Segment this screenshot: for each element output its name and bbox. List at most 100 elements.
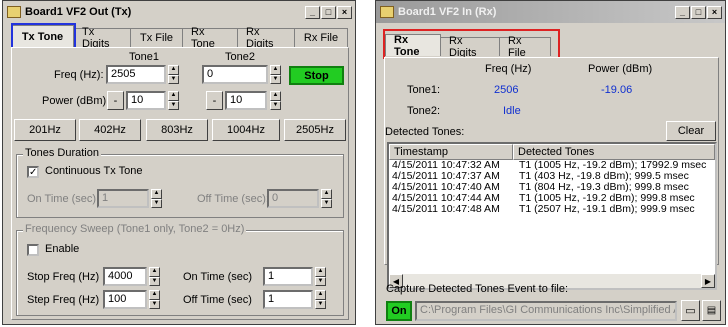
tone1-power-input[interactable]: 10 — [126, 91, 166, 110]
tab-tx-file[interactable]: Tx File — [130, 28, 183, 47]
preset-201hz-button[interactable]: 201Hz — [14, 119, 76, 141]
rx-window: Board1 VF2 In (Rx) _ □ × Rx Tone Rx Digi… — [375, 0, 726, 325]
close-icon[interactable]: × — [707, 5, 722, 19]
sweep-off-time-label: Off Time (sec) — [183, 294, 252, 306]
tx-titlebar[interactable]: Board1 VF2 Out (Tx) _ □ × — [3, 1, 355, 23]
sweep-off-time-spinner[interactable]: ▲ ▼ — [315, 290, 326, 309]
detected-tones-column-header[interactable]: Detected Tones — [513, 144, 715, 160]
sweep-on-time-spinner[interactable]: ▲ ▼ — [315, 267, 326, 286]
tone1-freq-input[interactable]: 2505 — [106, 65, 166, 84]
table-row[interactable]: 4/15/2011 10:47:44 AM T1 (1005 Hz, -19.2… — [389, 193, 715, 204]
row-timestamp: 4/15/2011 10:47:40 AM — [392, 182, 500, 193]
tx-tone-tab-highlight — [11, 23, 76, 49]
preset-803hz-button[interactable]: 803Hz — [146, 119, 208, 141]
on-time-label: On Time (sec): — [27, 193, 100, 205]
continuous-label: Continuous Tx Tone — [45, 165, 143, 177]
tab-rx-file[interactable]: Rx File — [294, 28, 348, 47]
row-tone: T1 (2507 Hz, -19.1 dBm); 999.9 msec — [519, 204, 695, 215]
app-icon — [380, 6, 394, 18]
tone2-header: Tone2 — [225, 51, 255, 63]
capture-on-button[interactable]: On — [386, 301, 412, 321]
stop-freq-input[interactable]: 4000 — [103, 267, 147, 286]
step-freq-label: Step Freq (Hz) — [27, 294, 100, 306]
tone2-freq-spinner[interactable]: ▲ ▼ — [270, 65, 281, 84]
row-timestamp: 4/15/2011 10:47:32 AM — [392, 160, 500, 171]
capture-label: Capture Detected Tones Event to file: — [386, 283, 569, 295]
on-time-spinner[interactable]: ▲ ▼ — [151, 189, 162, 208]
folder-open-icon[interactable]: ▭ — [681, 300, 700, 321]
off-time-input[interactable]: 0 — [267, 189, 319, 208]
rx-tone1-label: Tone1: — [407, 84, 441, 96]
frequency-sweep-group: Frequency Sweep (Tone1 only, Tone2 = 0Hz… — [16, 223, 344, 316]
table-row[interactable]: 4/15/2011 10:47:48 AM T1 (2507 Hz, -19.1… — [389, 204, 715, 215]
capture-file-path-input[interactable]: C:\Program Files\GI Communications Inc\S… — [415, 301, 677, 321]
rx-tabs-highlight — [383, 29, 560, 59]
row-tone: T1 (804 Hz, -19.3 dBm); 999.8 msec — [519, 182, 689, 193]
continuous-checkbox[interactable]: ✓ — [27, 166, 39, 178]
row-timestamp: 4/15/2011 10:47:48 AM — [392, 204, 500, 215]
rx-tone2-status: Idle — [503, 105, 521, 117]
table-row[interactable]: 4/15/2011 10:47:40 AM T1 (804 Hz, -19.3 … — [389, 182, 715, 193]
tone2-freq-input[interactable]: 0 — [202, 65, 268, 84]
rx-window-title: Board1 VF2 In (Rx) — [398, 6, 497, 18]
tab-tx-digits[interactable]: Tx Digits — [73, 26, 131, 50]
tone1-power-minus-button[interactable]: - — [107, 91, 124, 110]
tone2-power-input[interactable]: 10 — [225, 91, 267, 110]
frequency-sweep-title: Frequency Sweep (Tone1 only, Tone2 = 0Hz… — [23, 223, 247, 235]
power-label: Power (dBm): — [42, 95, 110, 107]
minimize-icon[interactable]: _ — [675, 5, 690, 19]
row-timestamp: 4/15/2011 10:47:37 AM — [392, 171, 500, 182]
preset-2505hz-button[interactable]: 2505Hz — [284, 119, 346, 141]
tone2-power-minus-button[interactable]: - — [206, 91, 223, 110]
maximize-icon[interactable]: □ — [321, 5, 336, 19]
row-tone: T1 (1005 Hz, -19.2 dBm); 999.8 msec — [519, 193, 695, 204]
preset-402hz-button[interactable]: 402Hz — [79, 119, 141, 141]
rx-tone1-power: -19.06 — [601, 84, 633, 96]
tx-tone-panel: Tone1 Tone2 Freq (Hz): 2505 ▲ ▼ 0 ▲ ▼ Stop… — [11, 47, 349, 320]
step-freq-spinner[interactable]: ▲ ▼ — [149, 290, 160, 309]
detected-tones-list[interactable]: Timestamp Detected Tones 4/15/2011 10:47… — [387, 142, 717, 290]
table-row[interactable]: 4/15/2011 10:47:32 AM T1 (1005 Hz, -19.2… — [389, 160, 715, 171]
close-icon[interactable]: × — [337, 5, 352, 19]
tones-duration-title: Tones Duration — [23, 147, 101, 159]
stop-freq-label: Stop Freq (Hz) — [27, 271, 100, 283]
row-timestamp: 4/15/2011 10:47:44 AM — [392, 193, 500, 204]
detected-tones-label: Detected Tones: — [385, 126, 465, 138]
tx-window-title: Board1 VF2 Out (Tx) — [25, 6, 132, 18]
timestamp-column-header[interactable]: Timestamp — [389, 144, 513, 160]
step-freq-input[interactable]: 100 — [103, 290, 147, 309]
stop-freq-spinner[interactable]: ▲ ▼ — [149, 267, 160, 286]
on-time-input[interactable]: 1 — [97, 189, 149, 208]
freq-header: Freq (Hz) — [485, 63, 532, 75]
tone1-power-spinner[interactable]: ▲ ▼ — [168, 91, 179, 110]
off-time-spinner[interactable]: ▲ ▼ — [321, 189, 332, 208]
tx-window: Board1 VF2 Out (Tx) _ □ × Tx Tone Tx Dig… — [2, 0, 356, 325]
row-tone: T1 (403 Hz, -19.8 dBm); 999.5 msec — [519, 171, 689, 182]
tone2-power-spinner[interactable]: ▲ ▼ — [270, 91, 281, 110]
minimize-icon[interactable]: _ — [305, 5, 320, 19]
enable-checkbox[interactable] — [27, 244, 39, 256]
power-header: Power (dBm) — [588, 63, 653, 75]
tone1-freq-spinner[interactable]: ▲ ▼ — [168, 65, 179, 84]
freq-label: Freq (Hz): — [54, 69, 104, 81]
row-tone: T1 (1005 Hz, -19.2 dBm); 17992.9 msec — [519, 160, 707, 171]
preset-1004hz-button[interactable]: 1004Hz — [212, 119, 280, 141]
sweep-on-time-input[interactable]: 1 — [263, 267, 313, 286]
rx-tone2-label: Tone2: — [407, 105, 441, 117]
rx-titlebar[interactable]: Board1 VF2 In (Rx) _ □ × — [376, 1, 725, 23]
off-time-label: Off Time (sec): — [197, 193, 269, 205]
maximize-icon[interactable]: □ — [691, 5, 706, 19]
tone1-header: Tone1 — [129, 51, 159, 63]
view-file-icon[interactable]: ▤ — [702, 300, 721, 321]
rx-tone-panel: Freq (Hz) Power (dBm) Tone1: 2506 -19.06… — [384, 57, 719, 290]
stop-button[interactable]: Stop — [289, 66, 344, 85]
clear-button[interactable]: Clear — [666, 121, 716, 141]
sweep-on-time-label: On Time (sec) — [183, 271, 253, 283]
scroll-right-icon[interactable]: ▶ — [701, 274, 715, 288]
sweep-off-time-input[interactable]: 1 — [263, 290, 313, 309]
tab-rx-tone[interactable]: Rx Tone — [182, 26, 238, 50]
app-icon — [7, 6, 21, 18]
tab-rx-digits[interactable]: Rx Digits — [237, 26, 295, 50]
table-row[interactable]: 4/15/2011 10:47:37 AM T1 (403 Hz, -19.8 … — [389, 171, 715, 182]
rx-tone1-freq: 2506 — [494, 84, 519, 96]
